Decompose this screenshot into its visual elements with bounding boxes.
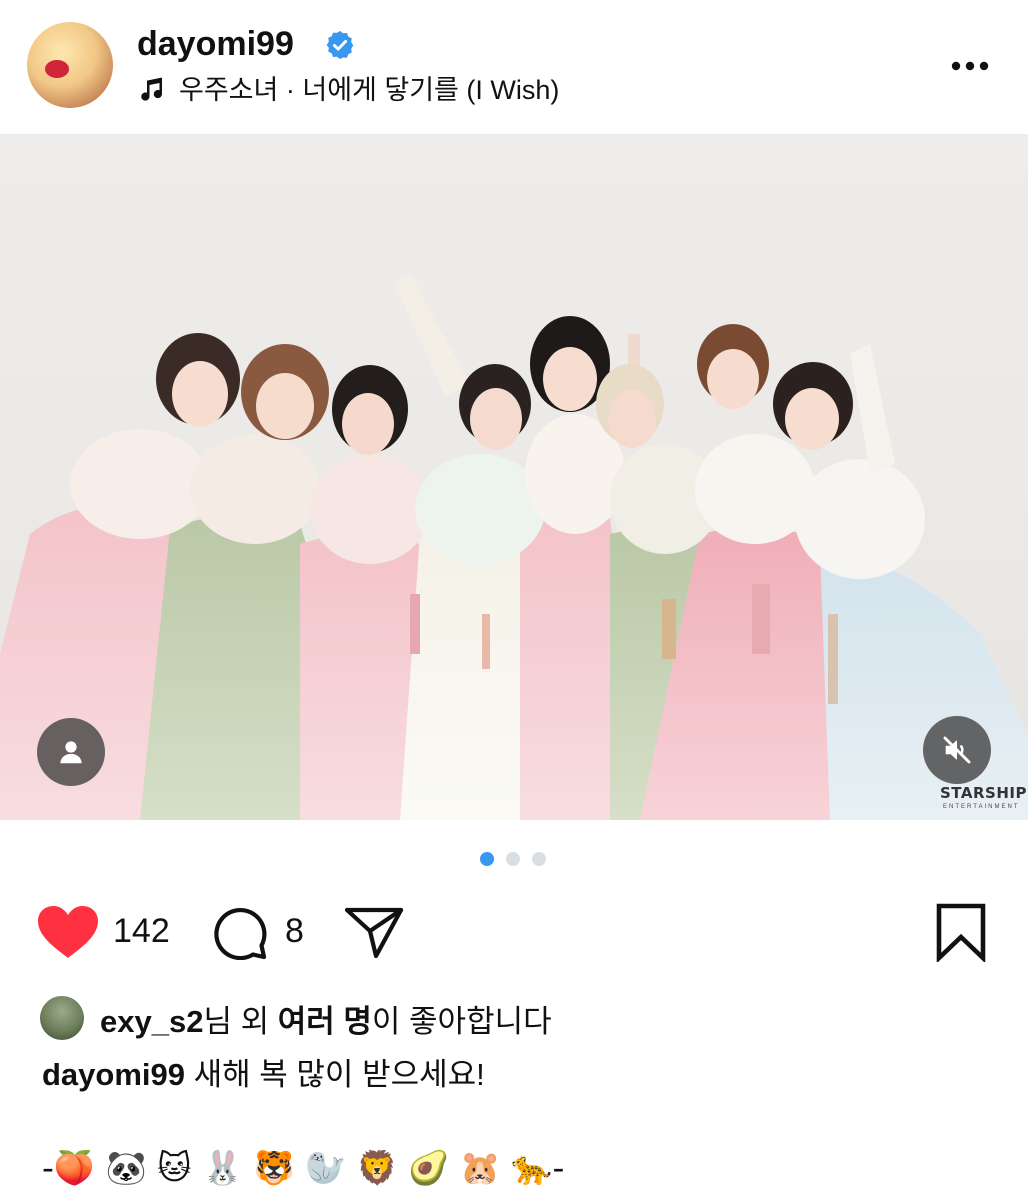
comments-count[interactable]: 8	[285, 910, 304, 952]
verified-badge-icon	[326, 31, 354, 59]
post-photo[interactable]: STARSHIP ENTERTAINMENT	[0, 134, 1028, 820]
tagged-users-button[interactable]	[37, 718, 105, 786]
carousel-dot-active	[480, 852, 494, 866]
carousel-indicator	[480, 852, 546, 866]
profile-avatar[interactable]	[27, 22, 113, 108]
music-track-label: 우주소녀 · 너에게 닿기를 (I Wish)	[179, 75, 560, 105]
caption-emoji-line: -🍑 🐼 🐱 🐰 🐯 🦭 🦁 🥑 🐹 🐆-	[42, 1148, 565, 1187]
watermark-logo: STARSHIP	[940, 784, 1027, 802]
more-options-icon[interactable]	[948, 56, 992, 76]
caption-text: 새해 복 많이 받으세요!	[185, 1057, 485, 1092]
post-caption: dayomi99 새해 복 많이 받으세요!	[42, 1054, 485, 1096]
post-header: dayomi99 우주소녀 · 너에게 닿기를 (I Wish)	[0, 0, 1028, 134]
likes-count[interactable]: 142	[113, 910, 170, 952]
share-icon[interactable]	[343, 904, 405, 960]
music-track[interactable]: 우주소녀 · 너에게 닿기를 (I Wish)	[137, 72, 559, 108]
liked-by-row[interactable]: exy_s2님 외 여러 명이 좋아합니다	[40, 994, 552, 1042]
liked-by-text-end: 이 좋아합니다	[371, 1003, 552, 1039]
liked-by-text: 님 외	[203, 1003, 278, 1039]
bookmark-icon[interactable]	[933, 902, 989, 962]
group-photo-illustration	[0, 274, 1028, 820]
liker-avatar[interactable]	[40, 996, 84, 1040]
user-tag-icon	[60, 741, 82, 764]
watermark-subtitle: ENTERTAINMENT	[943, 804, 1020, 810]
carousel-dot	[506, 852, 520, 866]
mute-toggle-button[interactable]	[923, 716, 991, 784]
others-link[interactable]: 여러 명	[278, 1004, 372, 1039]
post-username[interactable]: dayomi99	[137, 24, 294, 64]
carousel-dot	[532, 852, 546, 866]
mute-icon	[943, 736, 971, 764]
music-note-icon	[141, 77, 163, 101]
caption-username[interactable]: dayomi99	[42, 1057, 185, 1092]
comment-icon[interactable]	[211, 904, 269, 960]
heart-icon[interactable]	[36, 904, 100, 960]
post-actions: 142 8	[0, 900, 1028, 964]
liker-username[interactable]: exy_s2	[100, 1004, 203, 1039]
